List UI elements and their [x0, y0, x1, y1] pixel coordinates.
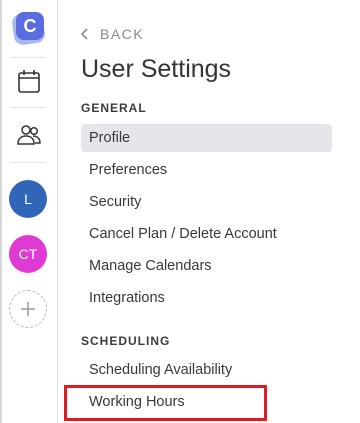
- section-heading-scheduling: SCHEDULING: [81, 334, 171, 348]
- menu-item-security[interactable]: Security: [81, 188, 332, 216]
- calendar-icon[interactable]: [14, 66, 44, 96]
- menu-item-cancel-plan[interactable]: Cancel Plan / Delete Account: [81, 220, 332, 248]
- people-icon[interactable]: [14, 120, 44, 150]
- page-title: User Settings: [81, 55, 232, 83]
- avatar-l[interactable]: L: [9, 180, 47, 218]
- logo-letter: C: [16, 12, 44, 40]
- rail-edge: [0, 0, 2, 423]
- avatar-ct[interactable]: CT: [9, 235, 47, 273]
- plus-icon: [21, 302, 35, 316]
- menu-item-scheduling-availability[interactable]: Scheduling Availability: [81, 356, 332, 384]
- left-rail: C L CT: [0, 0, 58, 423]
- chevron-left-icon: [80, 28, 88, 40]
- rail-divider: [10, 162, 46, 163]
- app: C L CT BACK User Settings GENERAL Profil…: [0, 0, 360, 423]
- section-heading-general: GENERAL: [81, 101, 147, 115]
- rail-divider: [10, 57, 46, 58]
- menu-item-profile[interactable]: Profile: [81, 124, 332, 152]
- back-label: BACK: [100, 26, 145, 42]
- app-logo[interactable]: C: [10, 10, 47, 47]
- highlight-box: [64, 385, 267, 421]
- add-calendar-button[interactable]: [9, 290, 47, 328]
- back-link[interactable]: BACK: [80, 24, 144, 44]
- menu-item-manage-calendars[interactable]: Manage Calendars: [81, 252, 332, 280]
- menu-item-integrations[interactable]: Integrations: [81, 284, 332, 312]
- rail-divider: [10, 107, 46, 108]
- menu-item-preferences[interactable]: Preferences: [81, 156, 332, 184]
